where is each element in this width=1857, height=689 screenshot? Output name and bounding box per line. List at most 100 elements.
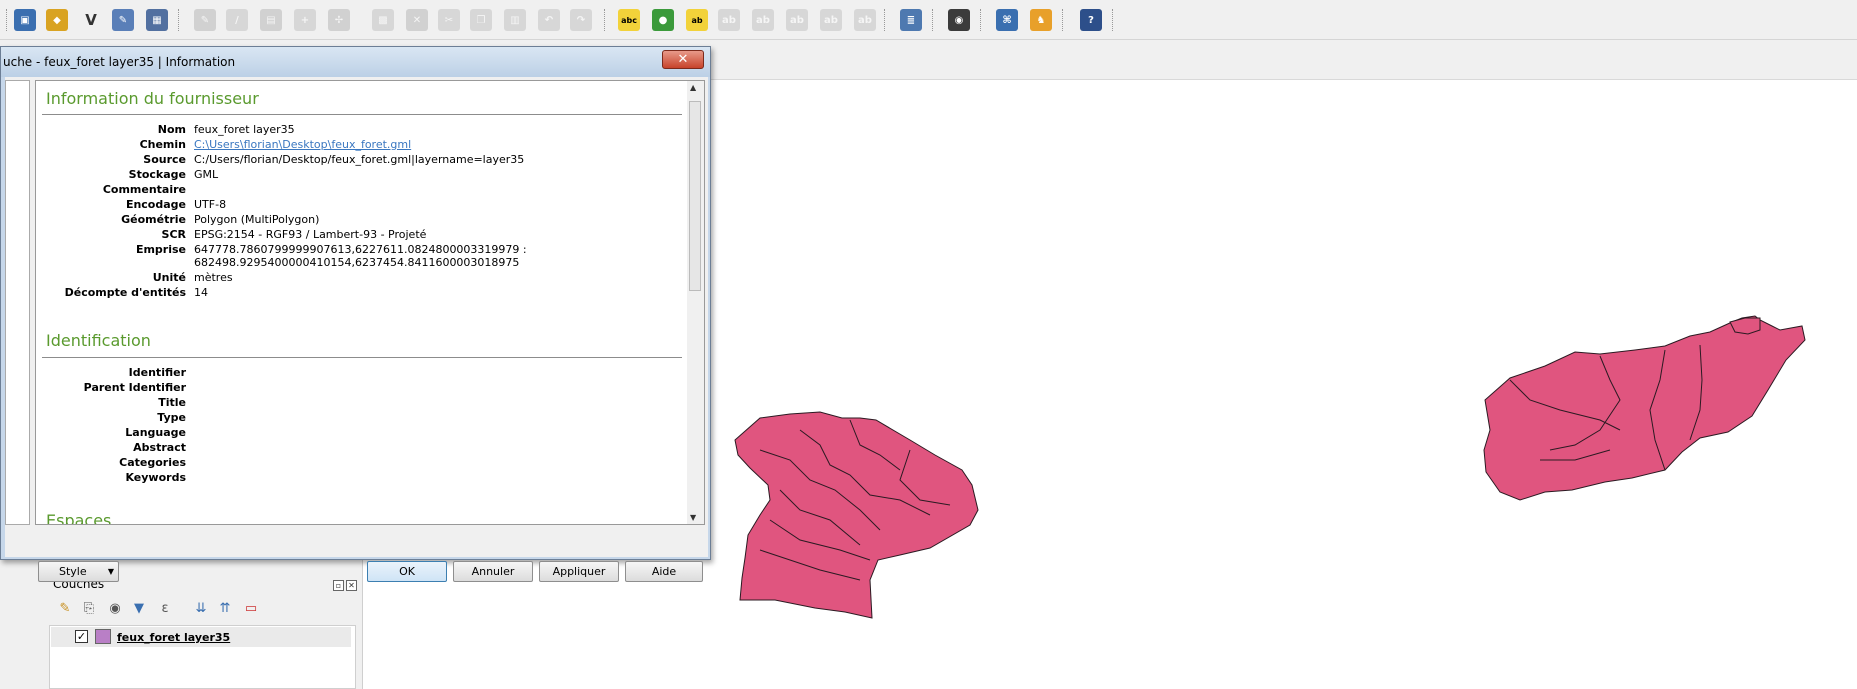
toolbar-separator — [980, 9, 981, 31]
info-value: Polygon (MultiPolygon) — [194, 213, 320, 226]
info-label: Décompte d'entités — [64, 286, 186, 299]
info-value: C:/Users/florian/Desktop/feux_foret.gml|… — [194, 153, 525, 166]
polygon-west — [734, 411, 979, 619]
label-icon[interactable]: abc — [618, 9, 640, 31]
toolbar-separator — [1112, 9, 1113, 31]
info-label: Identifier — [128, 366, 186, 379]
info-value: mètres — [194, 271, 233, 284]
info-label: Chemin — [139, 138, 186, 151]
style-dropdown-button[interactable]: Style ▼ — [38, 561, 119, 582]
scroll-thumb[interactable] — [689, 101, 701, 291]
label-change-icon[interactable]: ab — [854, 9, 876, 31]
cut-icon[interactable]: ✂ — [438, 9, 460, 31]
info-value: 14 — [194, 286, 208, 299]
node-tool-icon[interactable]: ▩ — [372, 9, 394, 31]
style-icon[interactable]: ● — [652, 9, 674, 31]
info-value: 682498.9295400000410154,6237454.84116000… — [194, 256, 520, 269]
save-edits-icon[interactable]: ▤ — [260, 9, 282, 31]
vertex-icon[interactable]: V — [80, 9, 102, 31]
dialog-title: uche - feux_foret layer35 | Information — [3, 55, 236, 69]
provider-section-title: Information du fournisseur — [46, 89, 259, 108]
info-label: Source — [143, 153, 186, 166]
info-label: Abstract — [133, 441, 186, 454]
layer-visibility-checkbox[interactable]: ✓ — [75, 630, 88, 643]
scroll-down-icon[interactable]: ▼ — [690, 513, 696, 522]
layers-panel-buttons: ▫ ✕ — [331, 578, 357, 591]
toolbar-separator — [178, 9, 179, 31]
info-value: feux_foret layer35 — [194, 123, 295, 136]
plugin-icon[interactable]: ♞ — [1030, 9, 1052, 31]
info-value: 647778.7860799999907613,6227611.08248000… — [194, 243, 527, 256]
toolbar-separator — [932, 9, 933, 31]
expand-all-icon[interactable]: ⇊ — [192, 599, 210, 617]
filter-icon[interactable]: ▼ — [130, 599, 148, 617]
delete-icon[interactable]: ✕ — [406, 9, 428, 31]
label-pin-icon[interactable]: ab — [686, 9, 708, 31]
label-change-icon[interactable]: ab — [820, 9, 842, 31]
info-label: Language — [125, 426, 186, 439]
label-show-icon[interactable]: ab — [718, 9, 740, 31]
redo-icon[interactable]: ↷ — [570, 9, 592, 31]
main-toolbar: ▣ ◆ V ✎ ▦ ✎ / ▤ + ✢ ▩ ✕ ✂ ❐ ▥ ↶ ↷ abc ● … — [0, 0, 1857, 40]
info-label: Categories — [119, 456, 186, 469]
pencil-icon[interactable]: ✎ — [194, 9, 216, 31]
digitize-icon[interactable]: ✎ — [112, 9, 134, 31]
info-label: Emprise — [135, 243, 186, 256]
info-label: Géométrie — [121, 213, 186, 226]
collapse-all-icon[interactable]: ⇈ — [216, 599, 234, 617]
polygon-east — [1483, 315, 1806, 501]
style-label: Style — [59, 565, 87, 578]
divider — [42, 357, 682, 358]
label-move-icon[interactable]: ab — [752, 9, 774, 31]
help-button[interactable]: Aide — [625, 561, 703, 582]
label-rotate-icon[interactable]: ab — [786, 9, 808, 31]
apply-button[interactable]: Appliquer — [539, 561, 619, 582]
layer-name[interactable]: feux_foret layer35 — [117, 631, 230, 644]
undo-icon[interactable]: ↶ — [538, 9, 560, 31]
open-project-icon[interactable]: ▣ — [14, 9, 36, 31]
eye-icon[interactable]: ◉ — [106, 599, 124, 617]
layer-symbol-swatch — [95, 629, 111, 644]
edit-icon[interactable]: / — [226, 9, 248, 31]
add-feature-icon[interactable]: + — [294, 9, 316, 31]
globe-icon[interactable]: ◉ — [948, 9, 970, 31]
remove-layer-icon[interactable]: ▭ — [242, 599, 260, 617]
new-layer-icon[interactable]: ◆ — [46, 9, 68, 31]
close-button[interactable]: ✕ — [662, 50, 704, 69]
info-label: Type — [157, 411, 186, 424]
info-label: Nom — [157, 123, 186, 136]
dialog-titlebar[interactable]: uche - feux_foret layer35 | Information … — [1, 47, 710, 77]
brush-icon[interactable]: ✎ — [56, 599, 74, 617]
gps-icon[interactable]: ▦ — [146, 9, 168, 31]
info-label: Title — [158, 396, 186, 409]
toolbar-separator — [604, 9, 605, 31]
extent-section-title: Espaces — [46, 511, 112, 525]
dialog-nav-list[interactable] — [5, 80, 30, 525]
close-icon[interactable]: ✕ — [346, 580, 357, 591]
identification-section-title: Identification — [46, 331, 151, 350]
float-icon[interactable]: ▫ — [333, 580, 344, 591]
information-scrollbar[interactable]: ▲ ▼ — [687, 80, 705, 525]
layer-properties-dialog: uche - feux_foret layer35 | Information … — [0, 46, 711, 582]
add-group-icon[interactable]: ⎘ — [80, 599, 98, 617]
path-link[interactable]: C:\Users\florian\Desktop\feux_foret.gml — [194, 138, 674, 151]
layer-row[interactable]: ✓ feux_foret layer35 — [51, 627, 351, 647]
divider — [42, 114, 682, 115]
info-label: Keywords — [125, 471, 186, 484]
database-icon[interactable]: ≣ — [900, 9, 922, 31]
toolbar-separator — [6, 9, 7, 31]
info-value: UTF-8 — [194, 198, 227, 211]
expression-filter-icon[interactable]: ε — [156, 599, 174, 617]
help-icon[interactable]: ? — [1080, 9, 1102, 31]
polygon-east-tip — [1729, 317, 1761, 335]
move-feature-icon[interactable]: ✢ — [328, 9, 350, 31]
copy-icon[interactable]: ❐ — [470, 9, 492, 31]
info-label: Parent Identifier — [83, 381, 186, 394]
toolbar-separator — [884, 9, 885, 31]
scroll-up-icon[interactable]: ▲ — [690, 83, 696, 92]
cancel-button[interactable]: Annuler — [453, 561, 533, 582]
ok-button[interactable]: OK — [367, 561, 447, 582]
layers-tree: ✓ feux_foret layer35 — [49, 625, 356, 689]
paste-icon[interactable]: ▥ — [504, 9, 526, 31]
python-icon[interactable]: ⌘ — [996, 9, 1018, 31]
